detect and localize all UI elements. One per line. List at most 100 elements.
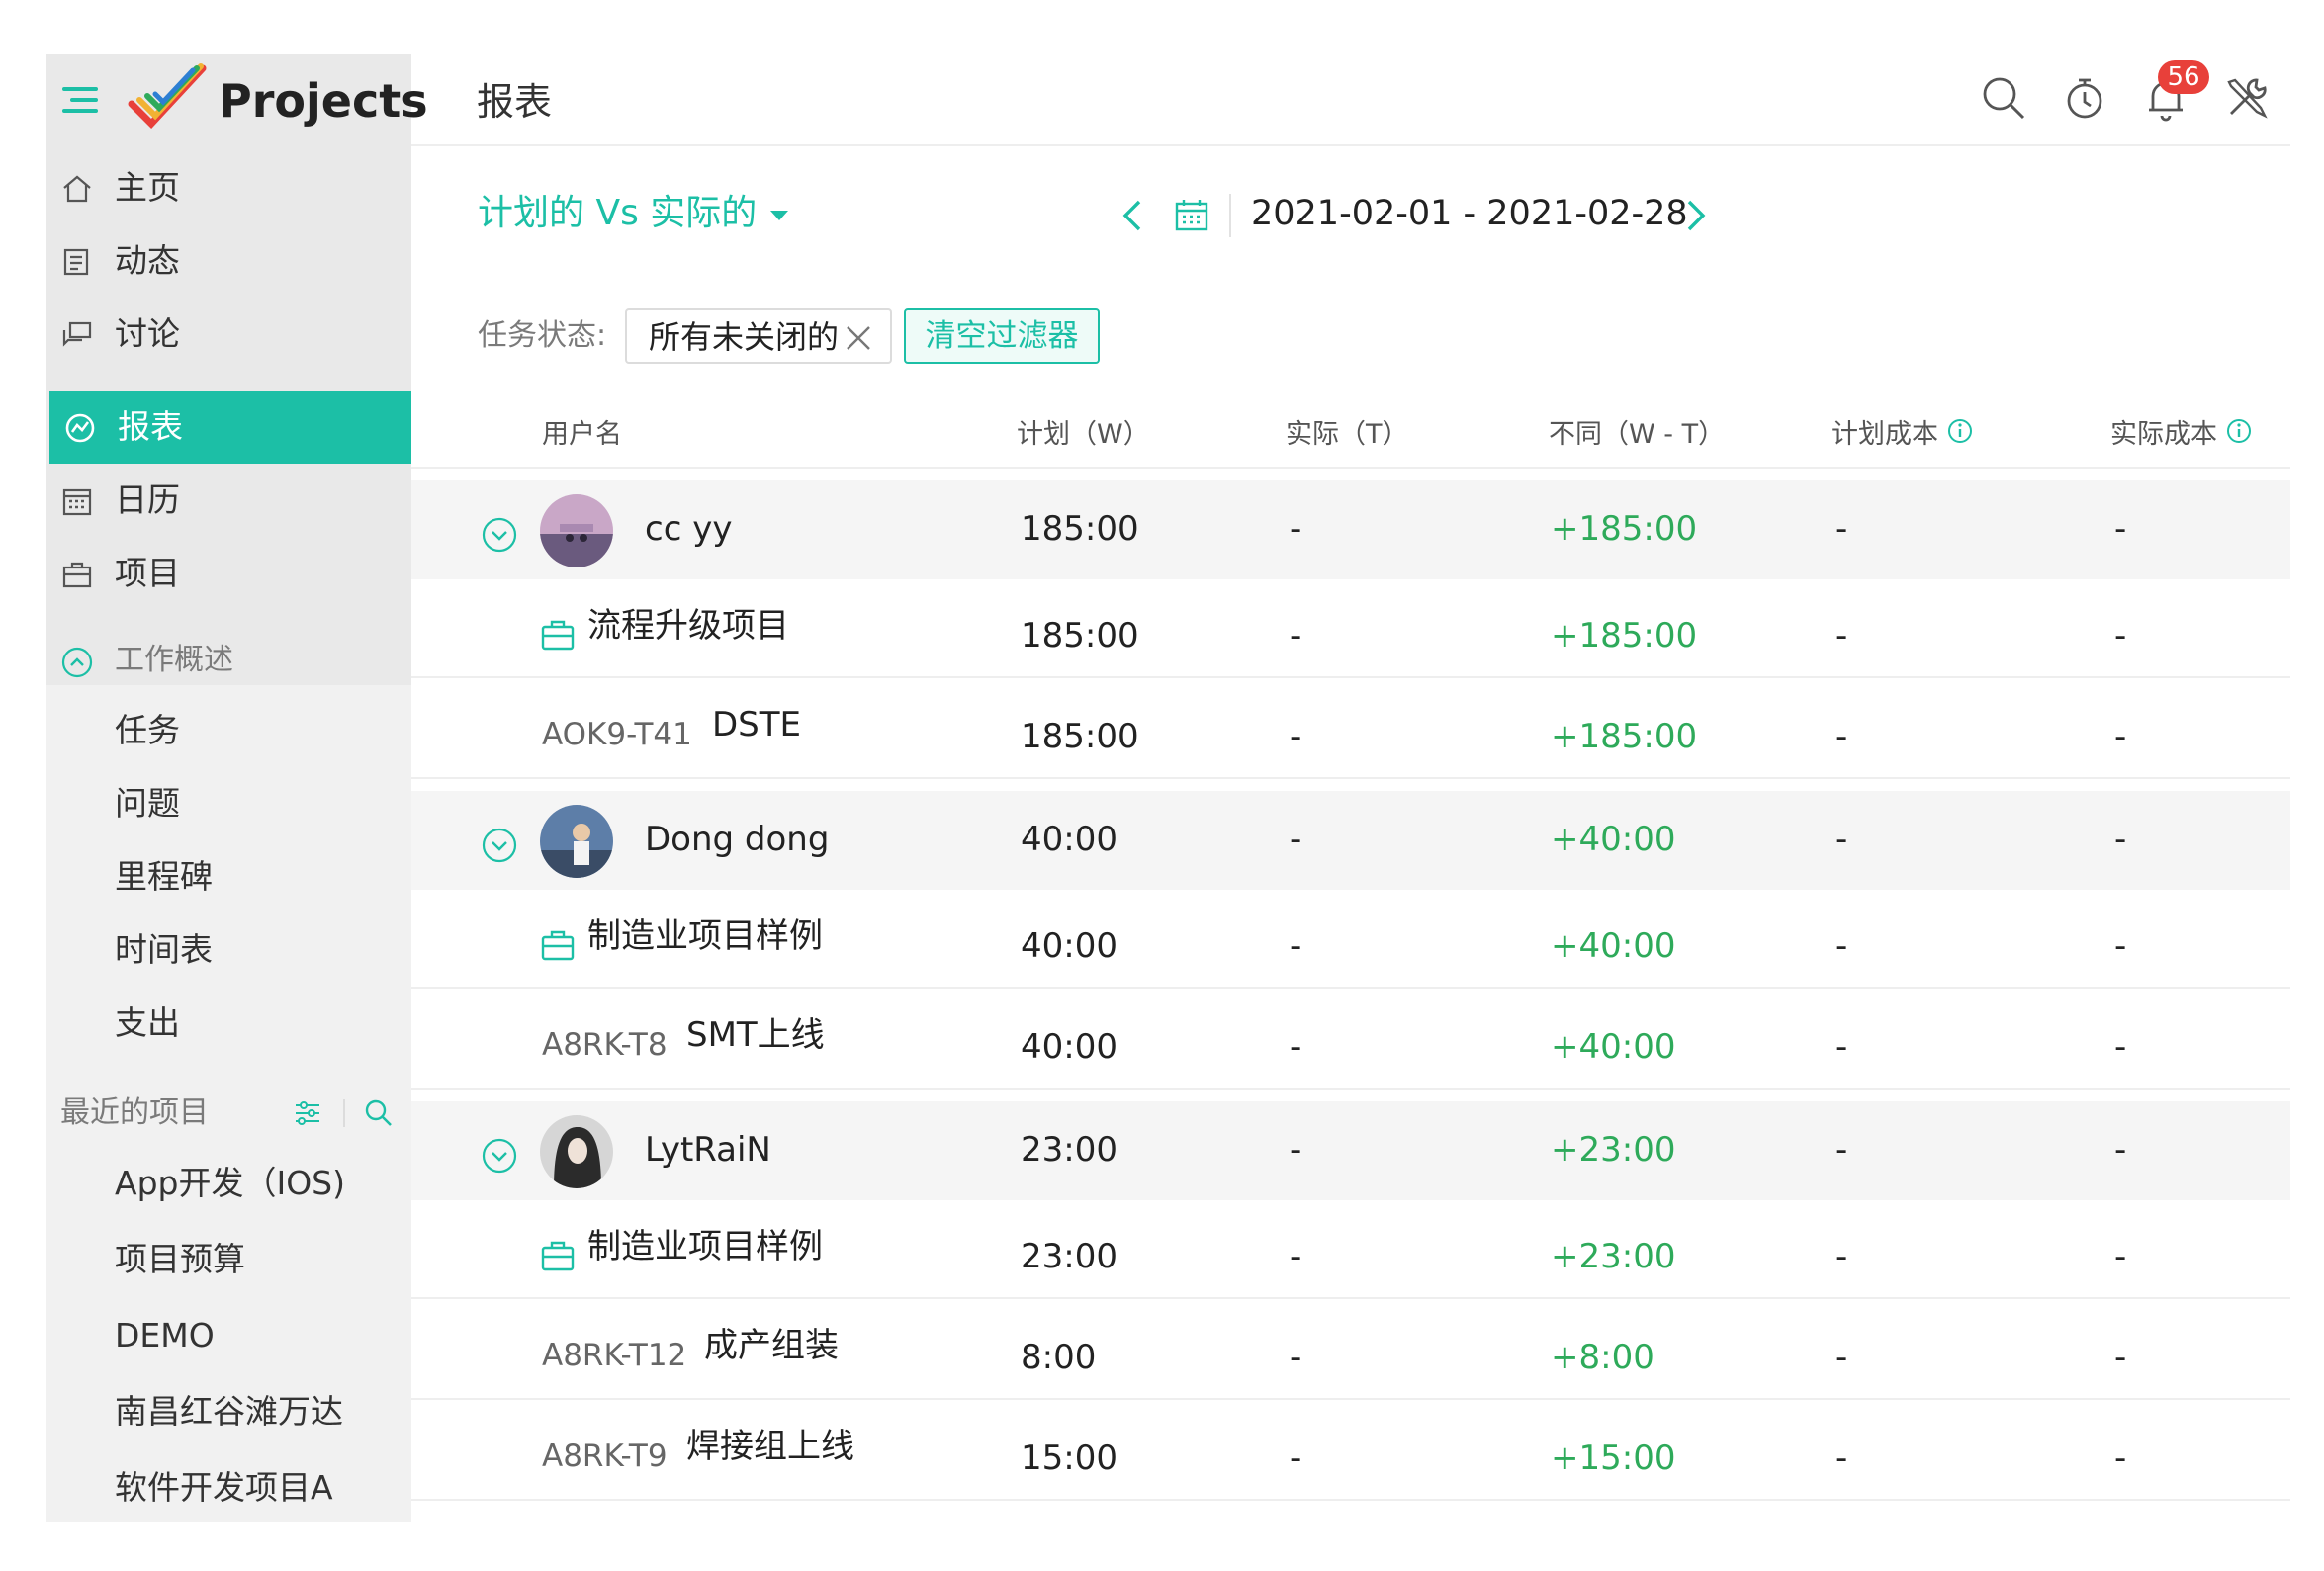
sidebar-item-timesheet[interactable]: 时间表 <box>115 926 213 974</box>
column-actual[interactable]: 实际（T） <box>1286 411 1409 459</box>
actual-hours: - <box>1290 509 1302 549</box>
sidebar-item-issues[interactable]: 问题 <box>115 780 180 828</box>
planned-hours: 23:00 <box>1021 1237 1117 1276</box>
sidebar-item-home[interactable]: 主页 <box>46 151 411 224</box>
divider <box>343 1099 345 1127</box>
sidebar-item-label: 日历 <box>115 480 180 519</box>
actual-cost: - <box>2114 717 2127 756</box>
planned-cost: - <box>1835 1130 1848 1170</box>
planned-cost: - <box>1835 509 1848 549</box>
table-row-user[interactable]: LytRaiN 23:00 - +23:00 - - <box>411 1101 2290 1200</box>
caret-down-icon <box>770 211 789 220</box>
actual-hours: - <box>1290 820 1302 859</box>
tools-icon[interactable] <box>2221 72 2273 124</box>
project-name[interactable]: 制造业项目样例 <box>587 912 823 961</box>
sidebar: Projects 主页 动态 讨论 报表 日历 项目 工作概述 任务 问题 里程… <box>46 54 428 1522</box>
project-name[interactable]: 制造业项目样例 <box>587 1222 823 1271</box>
actual-hours: - <box>1290 1130 1302 1170</box>
planned-cost: - <box>1835 1027 1848 1067</box>
project-name[interactable]: 流程升级项目 <box>587 601 789 651</box>
sidebar-item-discussion[interactable]: 讨论 <box>46 298 411 371</box>
projects-logo-icon <box>128 63 207 130</box>
sidebar-item-calendar[interactable]: 日历 <box>46 464 411 537</box>
hamburger-menu-icon[interactable] <box>62 84 102 116</box>
planned-hours: 23:00 <box>1021 1130 1117 1170</box>
timer-icon[interactable] <box>2059 72 2110 124</box>
table-row-task[interactable]: A8RK-T8 SMT上线 40:00 - +40:00 - - <box>411 991 2290 1090</box>
chevron-down-circle-icon[interactable] <box>481 1137 518 1175</box>
search-icon[interactable] <box>363 1097 395 1129</box>
info-icon[interactable] <box>2225 417 2253 445</box>
project-briefcase-icon <box>541 1241 575 1271</box>
planned-hours: 185:00 <box>1021 717 1139 756</box>
table-row-task[interactable]: AOK9-T41 DSTE 185:00 - +185:00 - - <box>411 680 2290 779</box>
column-actual-cost[interactable]: 实际成本 <box>2110 411 2253 459</box>
sidebar-item-reports[interactable]: 报表 <box>49 391 411 464</box>
filter-sliders-icon[interactable] <box>292 1097 323 1129</box>
table-row-task[interactable]: A8RK-T12 成产组装 8:00 - +8:00 - - <box>411 1301 2290 1400</box>
table-row-project[interactable]: 制造业项目样例 40:00 - +40:00 - - <box>411 890 2290 989</box>
task-status-filter-chip[interactable]: 所有未关闭的 <box>625 308 892 364</box>
actual-hours: - <box>1290 616 1302 655</box>
info-icon[interactable] <box>1946 417 1974 445</box>
recent-project-item[interactable]: DEMO <box>115 1312 215 1359</box>
discussion-icon <box>62 321 92 347</box>
user-name: LytRaiN <box>645 1130 771 1170</box>
table-row-user[interactable]: Dong dong 40:00 - +40:00 - - <box>411 791 2290 890</box>
sidebar-item-tasks[interactable]: 任务 <box>115 707 180 754</box>
search-icon[interactable] <box>1978 72 2029 124</box>
sidebar-item-feed[interactable]: 动态 <box>46 224 411 298</box>
table-row-project[interactable]: 制造业项目样例 23:00 - +23:00 - - <box>411 1200 2290 1299</box>
chevron-right-icon[interactable] <box>1681 196 1711 235</box>
table-row-task[interactable]: A8RK-T9 焊接组上线 15:00 - +15:00 - - <box>411 1402 2290 1501</box>
task-id[interactable]: A8RK-T12 <box>542 1331 686 1380</box>
difference-hours: +40:00 <box>1551 1027 1676 1067</box>
clear-filters-button[interactable]: 清空过滤器 <box>904 308 1100 364</box>
difference-hours: +23:00 <box>1551 1237 1676 1276</box>
task-name[interactable]: 成产组装 <box>704 1321 839 1370</box>
task-id[interactable]: A8RK-T9 <box>542 1432 668 1481</box>
task-name[interactable]: 焊接组上线 <box>686 1422 854 1471</box>
planned-cost: - <box>1835 1439 1848 1478</box>
actual-cost: - <box>2114 1237 2127 1276</box>
planned-cost: - <box>1835 926 1848 966</box>
recent-project-item[interactable]: 项目预算 <box>115 1236 245 1283</box>
divider <box>1229 194 1231 237</box>
recent-project-item[interactable]: 软件开发项目A <box>115 1464 333 1512</box>
planned-cost: - <box>1835 1338 1848 1377</box>
date-range-label[interactable]: 2021-02-01 - 2021-02-28 <box>1251 188 1688 239</box>
recent-project-item[interactable]: App开发（IOS) <box>115 1160 345 1207</box>
column-label: 实际成本 <box>2110 419 2217 450</box>
chevron-left-icon[interactable] <box>1117 196 1147 235</box>
column-username[interactable]: 用户名 <box>542 411 622 459</box>
actual-cost: - <box>2114 820 2127 859</box>
task-id[interactable]: A8RK-T8 <box>542 1020 668 1070</box>
sidebar-item-projects[interactable]: 项目 <box>46 537 411 610</box>
calendar-icon[interactable] <box>1172 196 1211 235</box>
task-name[interactable]: DSTE <box>712 700 801 749</box>
report-type-dropdown[interactable]: 计划的 Vs 实际的 <box>478 188 789 239</box>
difference-hours: +40:00 <box>1551 820 1676 859</box>
column-planned[interactable]: 计划（W） <box>1017 411 1150 459</box>
close-icon[interactable] <box>843 322 874 354</box>
actual-cost: - <box>2114 1439 2127 1478</box>
report-type-label: 计划的 Vs 实际的 <box>478 193 758 233</box>
task-id[interactable]: AOK9-T41 <box>542 710 692 759</box>
actual-cost: - <box>2114 1130 2127 1170</box>
chevron-down-circle-icon[interactable] <box>481 827 518 864</box>
planned-hours: 15:00 <box>1021 1439 1117 1478</box>
task-name[interactable]: SMT上线 <box>686 1010 825 1060</box>
chevron-down-circle-icon[interactable] <box>481 516 518 554</box>
column-difference[interactable]: 不同（W - T） <box>1549 411 1725 459</box>
table-row-project[interactable]: 流程升级项目 185:00 - +185:00 - - <box>411 579 2290 678</box>
planned-hours: 185:00 <box>1021 616 1139 655</box>
recent-project-item[interactable]: 南昌红谷滩万达 <box>115 1388 343 1436</box>
section-work-overview[interactable]: 工作概述 <box>46 633 411 688</box>
sidebar-item-expenses[interactable]: 支出 <box>115 1000 180 1047</box>
column-planned-cost[interactable]: 计划成本 <box>1832 411 1974 459</box>
table-row-user[interactable]: cc yy 185:00 - +185:00 - - <box>411 480 2290 579</box>
sidebar-item-milestones[interactable]: 里程碑 <box>115 853 213 901</box>
chevron-up-circle-icon[interactable] <box>60 646 94 679</box>
report-icon <box>65 413 95 443</box>
actual-hours: - <box>1290 1027 1302 1067</box>
